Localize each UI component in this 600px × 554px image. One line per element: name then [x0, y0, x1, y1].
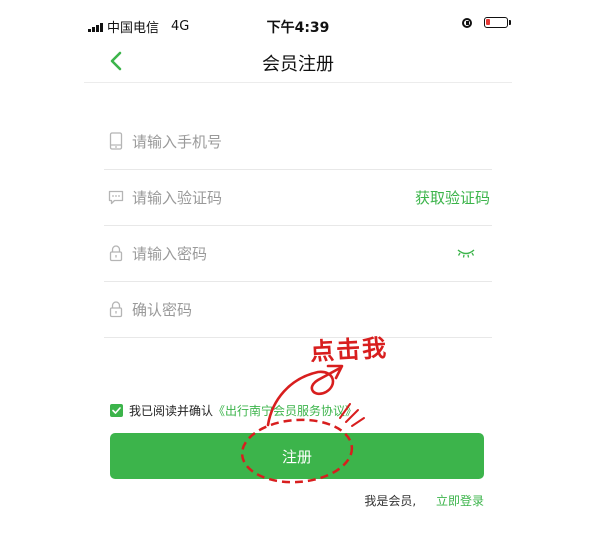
agreement-text: 我已阅读并确认: [129, 404, 214, 418]
app-screen: 中国电信 4G 下午4:39 会员注册 请输入手机号 请输入验证码 获取验证码 …: [84, 0, 512, 554]
lock-icon: [109, 301, 123, 318]
status-bar: 中国电信 4G 下午4:39: [84, 0, 512, 40]
phone-icon: [109, 132, 123, 150]
phone-input[interactable]: [130, 127, 404, 157]
agreement-row: 我已阅读并确认 《出行南宁会员服务协议》: [110, 402, 357, 419]
code-input[interactable]: [130, 183, 374, 213]
lock-icon: [109, 245, 123, 262]
login-row: 我是会员, 立即登录: [364, 492, 484, 509]
code-row: 获取验证码: [104, 169, 492, 226]
check-icon: [112, 407, 121, 414]
message-icon: [108, 190, 124, 205]
confirm-row: [104, 281, 492, 338]
status-right: [462, 17, 511, 28]
password-row: [104, 225, 492, 282]
agreement-checkbox[interactable]: [110, 404, 123, 417]
annotation-text: 点击我: [309, 333, 389, 367]
agreement-link[interactable]: 《出行南宁会员服务协议》: [213, 402, 357, 419]
login-question: 我是会员,: [364, 494, 417, 508]
battery-icon: [484, 17, 511, 28]
page-title: 会员注册: [262, 54, 334, 75]
nav-bar: 会员注册: [84, 40, 512, 83]
get-code-button[interactable]: 获取验证码: [415, 187, 490, 208]
phone-row: [104, 113, 492, 170]
register-button[interactable]: 注册: [110, 433, 484, 479]
login-link[interactable]: 立即登录: [436, 494, 484, 508]
status-time: 下午4:39: [266, 20, 330, 36]
password-input[interactable]: [130, 239, 404, 269]
rotation-lock-icon: [462, 17, 472, 28]
battery-level: [486, 19, 490, 25]
eye-closed-icon[interactable]: [456, 247, 476, 259]
confirm-password-input[interactable]: [130, 295, 404, 325]
